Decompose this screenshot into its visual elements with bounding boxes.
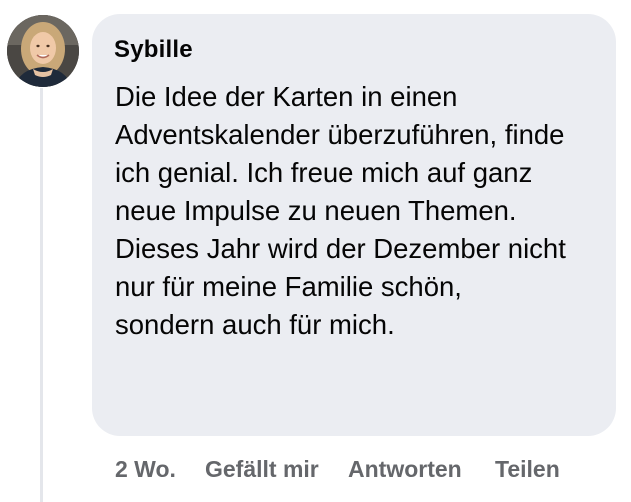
- comment-text-line: Die Idee der Karten in einen: [115, 81, 458, 112]
- share-button[interactable]: Teilen: [495, 456, 560, 483]
- like-button[interactable]: Gefällt mir: [205, 456, 319, 483]
- profile-photo-icon: [7, 15, 79, 87]
- comment-author[interactable]: Sybille: [114, 36, 193, 64]
- reply-button[interactable]: Antworten: [348, 456, 462, 483]
- comment-bubble: Sybille Die Idee der Karten in einen Adv…: [92, 14, 616, 436]
- comment-text-line: Adventskalender überzuführen, finde: [115, 119, 565, 150]
- thread-line: [40, 88, 43, 502]
- avatar[interactable]: [7, 15, 79, 87]
- comment-text-line: neue Impulse zu neuen Themen.: [115, 195, 517, 226]
- comment-text-line: Dieses Jahr wird der Dezember nicht: [115, 233, 566, 264]
- comment: Sybille Die Idee der Karten in einen Adv…: [0, 0, 631, 502]
- comment-timestamp[interactable]: 2 Wo.: [115, 456, 176, 483]
- comment-text-line: nur für meine Familie schön,: [115, 271, 462, 302]
- comment-text-line: sondern auch für mich.: [115, 309, 395, 340]
- comment-text-line: ich genial. Ich freue mich auf ganz: [115, 157, 533, 188]
- comment-text: Die Idee der Karten in einen Adventskale…: [115, 78, 610, 344]
